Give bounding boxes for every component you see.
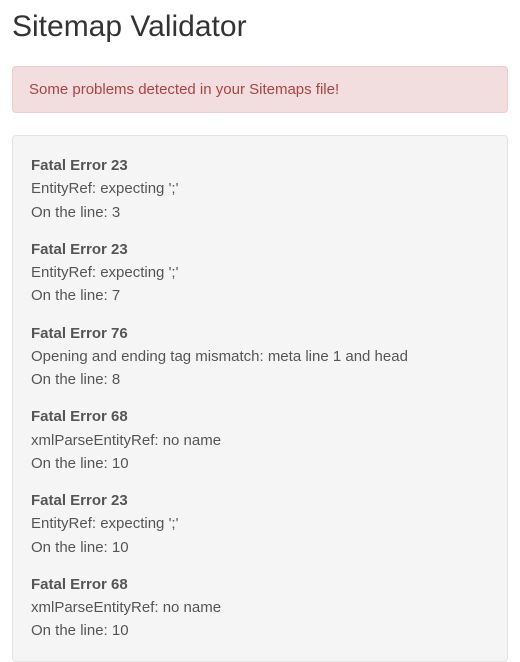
error-line: On the line: 10 xyxy=(31,619,489,642)
error-message: xmlParseEntityRef: no name xyxy=(31,429,489,452)
error-line: On the line: 10 xyxy=(31,452,489,475)
error-title: Fatal Error 68 xyxy=(31,573,489,596)
error-title: Fatal Error 68 xyxy=(31,405,489,428)
error-line: On the line: 3 xyxy=(31,201,489,224)
error-item: Fatal Error 23 EntityRef: expecting ';' … xyxy=(31,489,489,559)
error-title: Fatal Error 23 xyxy=(31,154,489,177)
error-message: EntityRef: expecting ';' xyxy=(31,512,489,535)
error-item: Fatal Error 68 xmlParseEntityRef: no nam… xyxy=(31,405,489,475)
error-title: Fatal Error 23 xyxy=(31,489,489,512)
error-item: Fatal Error 76 Opening and ending tag mi… xyxy=(31,322,489,392)
error-line: On the line: 8 xyxy=(31,368,489,391)
error-item: Fatal Error 23 EntityRef: expecting ';' … xyxy=(31,154,489,224)
error-title: Fatal Error 76 xyxy=(31,322,489,345)
error-item: Fatal Error 68 xmlParseEntityRef: no nam… xyxy=(31,573,489,643)
error-message: EntityRef: expecting ';' xyxy=(31,261,489,284)
page-title: Sitemap Validator xyxy=(12,10,508,44)
error-message: EntityRef: expecting ';' xyxy=(31,177,489,200)
error-item: Fatal Error 23 EntityRef: expecting ';' … xyxy=(31,238,489,308)
error-line: On the line: 7 xyxy=(31,284,489,307)
alert-error: Some problems detected in your Sitemaps … xyxy=(12,66,508,113)
error-title: Fatal Error 23 xyxy=(31,238,489,261)
error-line: On the line: 10 xyxy=(31,536,489,559)
errors-panel: Fatal Error 23 EntityRef: expecting ';' … xyxy=(12,135,508,662)
error-message: Opening and ending tag mismatch: meta li… xyxy=(31,345,489,368)
error-message: xmlParseEntityRef: no name xyxy=(31,596,489,619)
